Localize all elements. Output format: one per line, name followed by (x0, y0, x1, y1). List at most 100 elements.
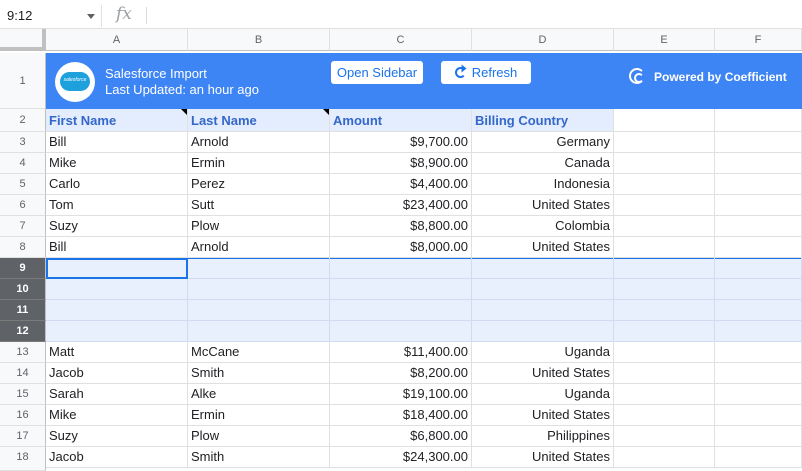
table-cell[interactable] (614, 405, 715, 426)
table-cell[interactable] (472, 321, 614, 342)
table-cell[interactable]: Ermin (188, 153, 330, 174)
table-cell[interactable] (715, 426, 802, 447)
row-header-8[interactable]: 8 (0, 237, 46, 258)
table-cell[interactable]: McCane (188, 342, 330, 363)
table-cell[interactable]: Sarah (46, 384, 188, 405)
column-header-c[interactable]: C (330, 29, 472, 51)
table-cell[interactable] (715, 447, 802, 468)
header-billing-country[interactable]: Billing Country (472, 109, 614, 132)
table-cell[interactable] (472, 300, 614, 321)
table-cell[interactable]: $8,800.00 (330, 216, 472, 237)
name-box-value[interactable]: 9:12 (7, 8, 32, 23)
select-all-corner[interactable] (0, 29, 46, 51)
table-cell[interactable] (188, 321, 330, 342)
column-header-d[interactable]: D (472, 29, 614, 51)
table-cell[interactable] (614, 447, 715, 468)
row-header-18[interactable]: 18 (0, 447, 46, 471)
column-header-b[interactable]: B (188, 29, 330, 51)
table-cell[interactable] (614, 279, 715, 300)
table-cell[interactable] (472, 258, 614, 279)
table-cell[interactable]: Jacob (46, 363, 188, 384)
table-cell[interactable]: Bill (46, 132, 188, 153)
table-cell[interactable]: United States (472, 237, 614, 258)
row-header-11[interactable]: 11 (0, 300, 46, 321)
table-cell[interactable]: Plow (188, 426, 330, 447)
table-cell[interactable]: $23,400.00 (330, 195, 472, 216)
table-cell[interactable] (46, 300, 188, 321)
table-cell[interactable]: Ermin (188, 405, 330, 426)
table-cell[interactable] (715, 342, 802, 363)
table-cell[interactable]: Germany (472, 132, 614, 153)
cell-f2[interactable] (715, 109, 802, 132)
table-cell[interactable]: $18,400.00 (330, 405, 472, 426)
table-cell[interactable]: $8,000.00 (330, 237, 472, 258)
row-header-14[interactable]: 14 (0, 363, 46, 384)
table-cell[interactable] (715, 174, 802, 195)
table-cell[interactable] (614, 258, 715, 279)
row-header-2[interactable]: 2 (0, 109, 46, 132)
table-cell[interactable] (715, 321, 802, 342)
table-cell[interactable] (188, 258, 330, 279)
table-cell[interactable]: Bill (46, 237, 188, 258)
row-header-4[interactable]: 4 (0, 153, 46, 174)
table-cell[interactable] (715, 237, 802, 258)
row-header-9[interactable]: 9 (0, 258, 46, 279)
table-cell[interactable]: $8,900.00 (330, 153, 472, 174)
table-cell[interactable] (188, 300, 330, 321)
table-cell[interactable] (330, 279, 472, 300)
table-cell[interactable]: $11,400.00 (330, 342, 472, 363)
table-cell[interactable] (330, 300, 472, 321)
table-cell[interactable]: $9,700.00 (330, 132, 472, 153)
table-cell[interactable] (330, 321, 472, 342)
table-cell[interactable] (472, 279, 614, 300)
table-cell[interactable]: United States (472, 195, 614, 216)
table-cell[interactable]: Smith (188, 363, 330, 384)
table-cell[interactable] (46, 321, 188, 342)
table-cell[interactable]: $8,200.00 (330, 363, 472, 384)
table-cell[interactable]: Carlo (46, 174, 188, 195)
table-cell[interactable] (614, 195, 715, 216)
table-cell[interactable] (614, 132, 715, 153)
table-cell[interactable] (614, 237, 715, 258)
table-cell[interactable]: Tom (46, 195, 188, 216)
open-sidebar-button[interactable]: Open Sidebar (331, 61, 423, 84)
table-cell[interactable]: Smith (188, 447, 330, 468)
row-header-3[interactable]: 3 (0, 132, 46, 153)
column-header-f[interactable]: F (715, 29, 802, 51)
table-cell[interactable]: Arnold (188, 237, 330, 258)
table-cell[interactable] (614, 216, 715, 237)
table-cell[interactable]: United States (472, 363, 614, 384)
table-cell[interactable] (614, 300, 715, 321)
table-cell[interactable]: $24,300.00 (330, 447, 472, 468)
table-cell[interactable]: Arnold (188, 132, 330, 153)
refresh-button[interactable]: Refresh (441, 61, 531, 84)
table-cell[interactable] (614, 342, 715, 363)
row-header-16[interactable]: 16 (0, 405, 46, 426)
row-header-15[interactable]: 15 (0, 384, 46, 405)
table-cell[interactable]: Sutt (188, 195, 330, 216)
row-header-13[interactable]: 13 (0, 342, 46, 363)
table-cell[interactable] (330, 258, 472, 279)
table-cell[interactable]: Perez (188, 174, 330, 195)
table-cell[interactable]: $6,800.00 (330, 426, 472, 447)
table-cell[interactable] (614, 321, 715, 342)
table-cell[interactable]: Mike (46, 405, 188, 426)
table-cell[interactable] (614, 174, 715, 195)
table-cell[interactable]: $19,100.00 (330, 384, 472, 405)
row-header-5[interactable]: 5 (0, 174, 46, 195)
table-cell[interactable] (614, 153, 715, 174)
header-amount[interactable]: Amount (330, 109, 472, 132)
table-cell[interactable] (46, 279, 188, 300)
table-cell[interactable]: Uganda (472, 342, 614, 363)
table-cell[interactable] (715, 153, 802, 174)
chevron-down-icon[interactable] (87, 14, 95, 19)
row-header-7[interactable]: 7 (0, 216, 46, 237)
table-cell[interactable]: United States (472, 405, 614, 426)
table-cell[interactable] (614, 363, 715, 384)
table-cell[interactable] (614, 426, 715, 447)
table-cell[interactable]: Matt (46, 342, 188, 363)
column-header-a[interactable]: A (46, 29, 188, 51)
table-cell[interactable] (715, 405, 802, 426)
table-cell[interactable] (188, 279, 330, 300)
table-cell[interactable] (715, 132, 802, 153)
